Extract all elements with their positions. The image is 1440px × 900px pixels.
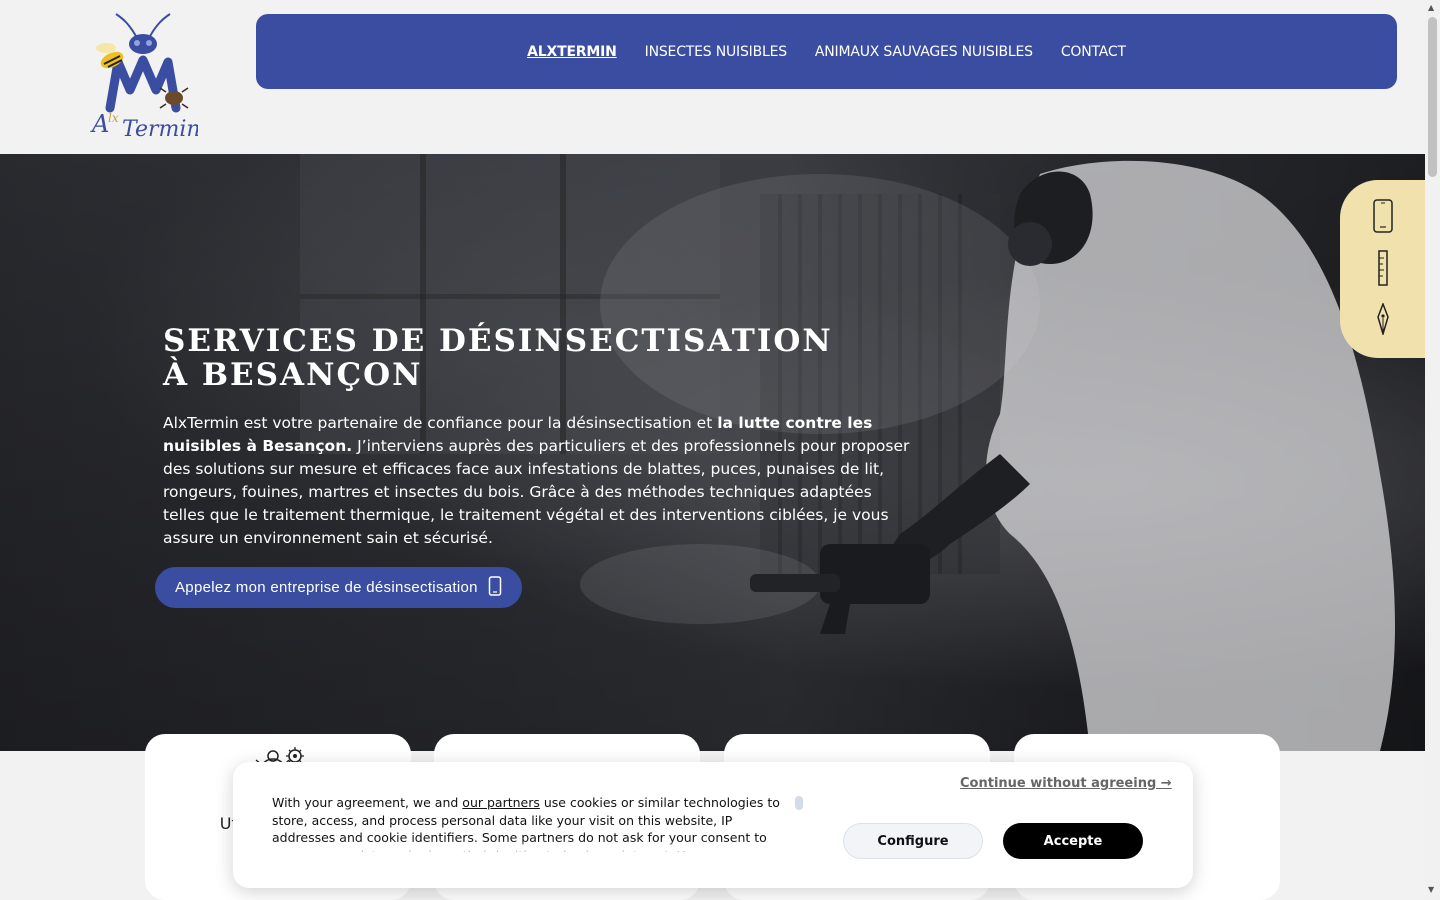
nav-link-alxtermin[interactable]: ALXTERMIN	[527, 44, 617, 60]
hero-title: SERVICES DE DÉSINSECTISATION À BESANÇON	[163, 323, 833, 393]
scrollbar-thumb[interactable]	[1428, 17, 1437, 177]
nav-link-contact[interactable]: CONTACT	[1061, 44, 1126, 60]
scroll-down-arrow-icon[interactable]: ▼	[1428, 885, 1434, 894]
scroll-up-arrow-icon[interactable]: ▲	[1428, 3, 1434, 12]
brand-logo[interactable]: A lx Termin	[86, 10, 201, 144]
configure-button[interactable]: Configure	[843, 823, 983, 859]
continue-without-agreeing-link[interactable]: Continue without agreeing →	[960, 776, 1172, 791]
call-company-button[interactable]: Appelez mon entreprise de désinsectisati…	[155, 567, 522, 608]
our-partners-link[interactable]: our partners	[462, 795, 540, 810]
ruler-icon[interactable]	[1377, 250, 1389, 290]
svg-text:A: A	[90, 110, 109, 138]
hero-description: AlxTermin est votre partenaire de confia…	[163, 412, 911, 550]
pen-nib-icon[interactable]	[1376, 302, 1390, 339]
site-header: A lx Termin ALXTERMIN INSECTES NUISIBLES…	[0, 0, 1425, 154]
cookie-text-intro: With your agreement, we and	[272, 795, 463, 810]
svg-text:Termin: Termin	[122, 117, 198, 142]
nav-link-insectes-nuisibles[interactable]: INSECTES NUISIBLES	[645, 44, 787, 60]
phone-icon	[488, 575, 502, 600]
floating-contact-widget	[1340, 180, 1425, 358]
accept-button[interactable]: Accepte	[1003, 823, 1143, 859]
nav-link-animaux-sauvages-nuisibles[interactable]: ANIMAUX SAUVAGES NUISIBLES	[815, 44, 1033, 60]
hero-section: SERVICES DE DÉSINSECTISATION À BESANÇON …	[0, 154, 1425, 751]
cookie-consent-banner: Continue without agreeing → With your ag…	[233, 762, 1193, 888]
cookie-text-fade	[272, 840, 797, 856]
svg-text:lx: lx	[108, 111, 119, 125]
main-navigation: ALXTERMIN INSECTES NUISIBLES ANIMAUX SAU…	[256, 14, 1397, 89]
page-scrollbar[interactable]: ▲ ▼	[1425, 0, 1440, 900]
cookie-text-scrollbar[interactable]	[795, 796, 803, 810]
hero-description-part1: AlxTermin est votre partenaire de confia…	[163, 414, 718, 432]
phone-icon[interactable]	[1372, 198, 1394, 237]
call-company-button-label: Appelez mon entreprise de désinsectisati…	[175, 579, 478, 596]
